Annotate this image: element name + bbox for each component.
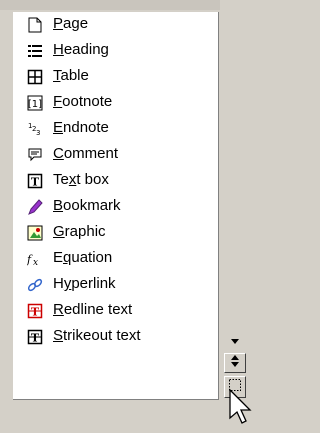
svg-text:[1]: [1] — [28, 99, 42, 110]
mouse-cursor-icon — [228, 388, 254, 428]
menu-item-text-box[interactable]: T Text box — [13, 168, 218, 194]
endnote-icon: 123 — [27, 121, 43, 137]
graphic-icon — [27, 225, 43, 241]
browse-object-menu: Page Heading Table [1] Footnote 123 Endn… — [13, 12, 219, 400]
redline-text-icon: T — [27, 303, 43, 319]
menu-item-redline-text[interactable]: T Redline text — [13, 298, 218, 324]
menu-item-hyperlink[interactable]: Hyperlink — [13, 272, 218, 298]
svg-text:3: 3 — [36, 129, 40, 137]
table-icon — [27, 69, 43, 85]
strikeout-text-icon: T — [27, 329, 43, 345]
arrow-updown-icon — [229, 354, 241, 373]
svg-text:T: T — [31, 176, 40, 189]
top-shade — [0, 0, 220, 10]
scroll-updown-button[interactable] — [224, 353, 246, 373]
arrow-down-icon — [229, 333, 241, 351]
equation-icon: fx — [27, 251, 43, 267]
footnote-icon: [1] — [27, 95, 43, 111]
svg-text:T: T — [31, 332, 40, 345]
menu-item-page[interactable]: Page — [13, 12, 218, 38]
svg-text:x: x — [33, 258, 38, 267]
page-icon — [27, 17, 43, 33]
scroll-down-button[interactable] — [224, 332, 246, 352]
hyperlink-icon — [27, 277, 43, 293]
accelerator: P — [53, 15, 64, 32]
menu-item-footnote[interactable]: [1] Footnote — [13, 90, 218, 116]
menu-item-equation[interactable]: fx Equation — [13, 246, 218, 272]
menu-item-graphic[interactable]: Graphic — [13, 220, 218, 246]
menu-item-heading[interactable]: Heading — [13, 38, 218, 64]
heading-icon — [27, 43, 43, 59]
bookmark-icon — [27, 199, 43, 215]
menu-item-table[interactable]: Table — [13, 64, 218, 90]
menu-item-bookmark[interactable]: Bookmark — [13, 194, 218, 220]
text-box-icon: T — [27, 173, 43, 189]
comment-icon — [27, 147, 43, 163]
menu-item-strikeout-text[interactable]: T Strikeout text — [13, 324, 218, 350]
menu-item-comment[interactable]: Comment — [13, 142, 218, 168]
bottom-shade — [0, 399, 220, 431]
menu-item-endnote[interactable]: 123 Endnote — [13, 116, 218, 142]
svg-text:T: T — [31, 306, 40, 319]
